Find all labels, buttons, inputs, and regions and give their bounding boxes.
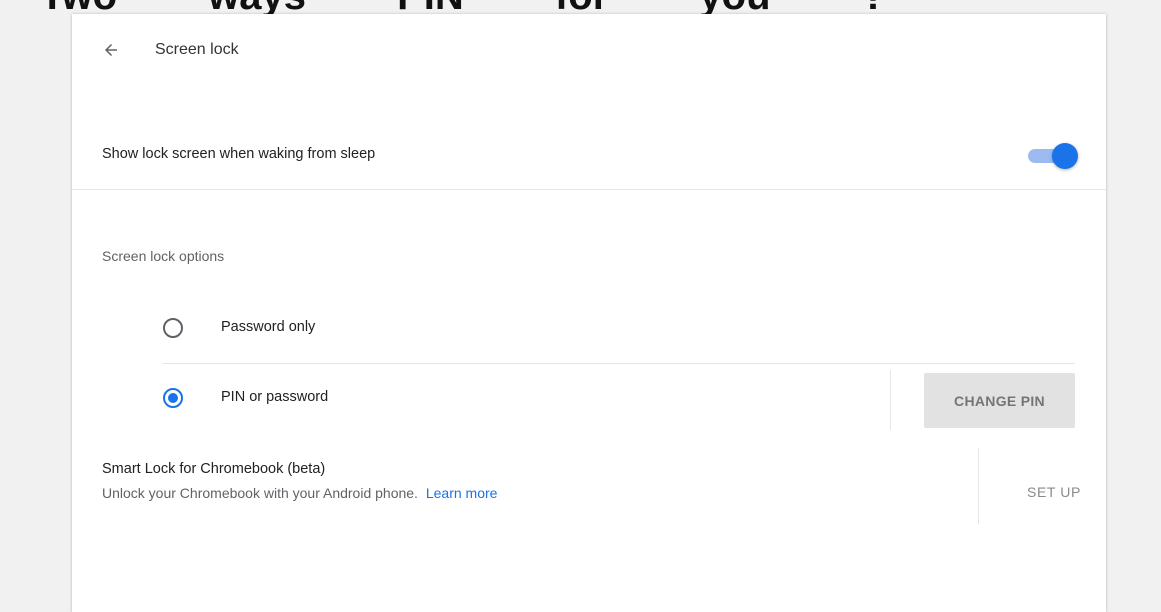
smart-lock-description: Unlock your Chromebook with your Android… bbox=[102, 485, 418, 501]
password-only-radio[interactable] bbox=[163, 318, 183, 338]
smart-lock-setup-button[interactable]: SET UP bbox=[1014, 474, 1094, 510]
pin-or-password-radio[interactable] bbox=[163, 388, 183, 408]
settings-card: Screen lock Show lock screen when waking… bbox=[72, 14, 1106, 612]
pin-or-password-label[interactable]: PIN or password bbox=[221, 389, 328, 405]
page-header: Screen lock bbox=[72, 14, 1106, 84]
smart-lock-title: Smart Lock for Chromebook (beta) bbox=[102, 461, 326, 477]
toggle-knob bbox=[1052, 143, 1078, 169]
cropped-heading-word: ? bbox=[862, 0, 886, 14]
screen-lock-options-label: Screen lock options bbox=[102, 248, 225, 264]
divider bbox=[978, 448, 979, 524]
cropped-heading-word: PIN bbox=[397, 0, 464, 14]
cropped-heading-word: ways bbox=[208, 0, 306, 14]
cropped-heading: Two ways PIN for you ? bbox=[0, 0, 1161, 14]
show-lock-screen-label: Show lock screen when waking from sleep bbox=[102, 146, 376, 162]
arrow-left-icon[interactable] bbox=[102, 41, 120, 59]
page-title: Screen lock bbox=[155, 41, 239, 58]
smart-lock-row: Smart Lock for Chromebook (beta) Unlock … bbox=[72, 434, 1106, 534]
show-lock-screen-toggle[interactable] bbox=[1028, 143, 1080, 171]
cropped-heading-word: you bbox=[699, 0, 770, 14]
cropped-heading-word: Two bbox=[40, 0, 117, 14]
option-password-only[interactable]: Password only bbox=[163, 294, 1075, 364]
change-pin-button[interactable]: CHANGE PIN bbox=[924, 373, 1075, 428]
page: Two ways PIN for you ? Screen lock Show … bbox=[0, 0, 1161, 612]
learn-more-link[interactable]: Learn more bbox=[426, 485, 498, 501]
cropped-heading-word: for bbox=[555, 0, 608, 14]
show-lock-screen-row: Show lock screen when waking from sleep bbox=[72, 126, 1106, 190]
divider bbox=[890, 370, 891, 430]
password-only-label[interactable]: Password only bbox=[221, 319, 315, 335]
smart-lock-subtitle: Unlock your Chromebook with your Android… bbox=[102, 485, 497, 501]
